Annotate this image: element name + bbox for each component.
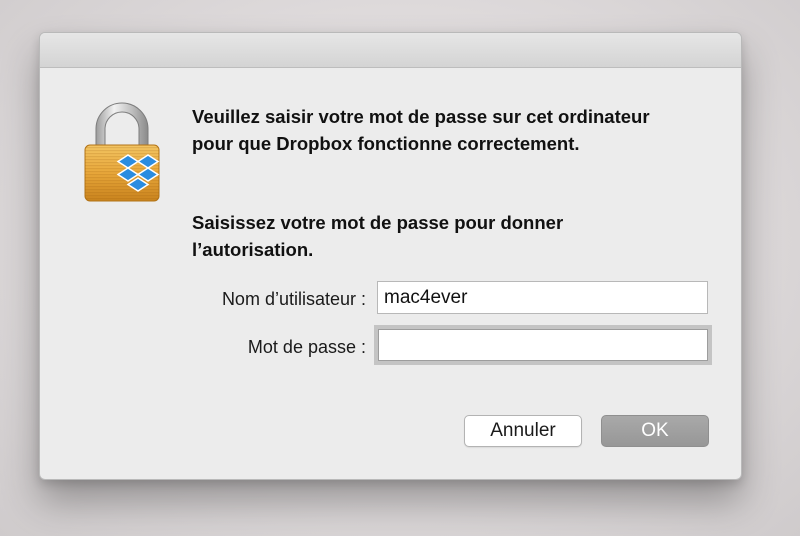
password-field[interactable] (374, 325, 712, 365)
authorization-dialog: Veuillez saisir votre mot de passe sur c… (39, 32, 742, 480)
dialog-instruction: Saisissez votre mot de passe pour donner… (192, 212, 564, 260)
username-label: Nom d’utilisateur : (221, 289, 366, 309)
username-field[interactable] (377, 281, 708, 314)
lock-dropbox-icon (84, 102, 160, 202)
cancel-button[interactable]: Annuler (464, 415, 582, 447)
dialog-titlebar[interactable] (40, 33, 741, 68)
ok-button[interactable]: OK (601, 415, 709, 447)
dialog-message: Veuillez saisir votre mot de passe sur c… (192, 106, 650, 154)
password-label: Mot de passe : (247, 337, 366, 357)
